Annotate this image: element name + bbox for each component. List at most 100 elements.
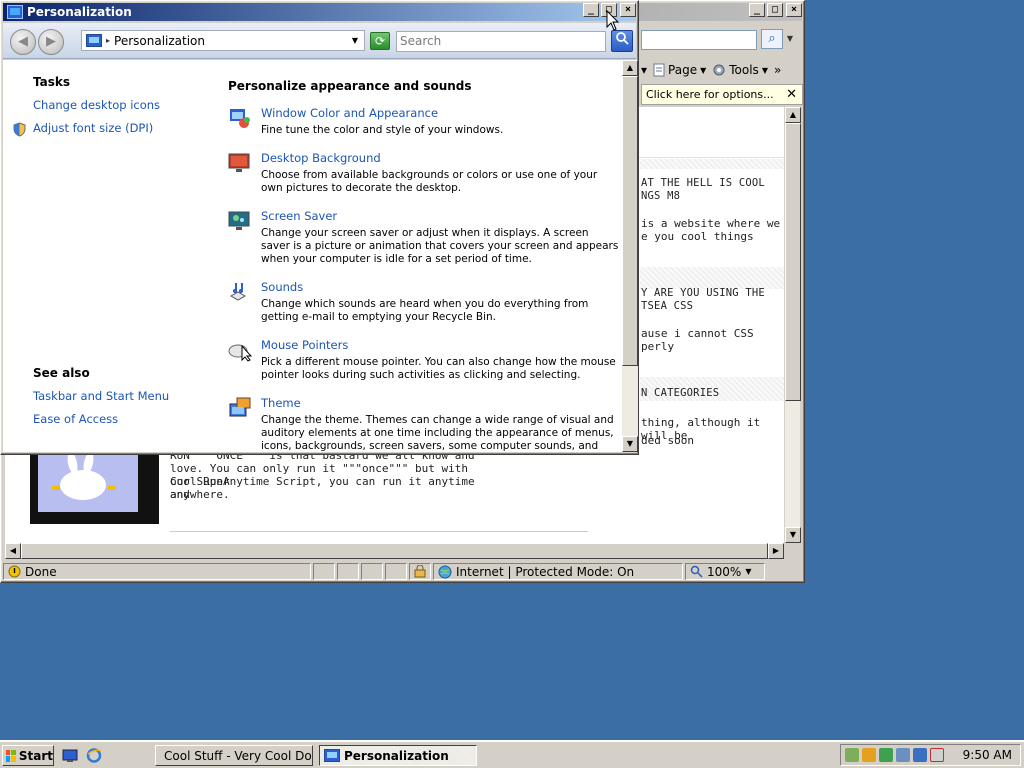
close-button[interactable]: ×: [620, 3, 636, 17]
item-title[interactable]: Theme: [261, 396, 301, 410]
ie-cmd-tools[interactable]: Tools ▼: [712, 63, 768, 77]
section-band: [640, 159, 784, 169]
tray-app-icon[interactable]: [845, 748, 859, 762]
ie-cmd-overflow[interactable]: »: [774, 63, 781, 77]
breadcrumb[interactable]: ▸ Personalization ▼: [81, 30, 365, 51]
ie-search-input[interactable]: [641, 30, 757, 50]
search-input[interactable]: Search: [396, 31, 606, 52]
taskbar: Start Cool Stuff - Very Cool Do... Perso…: [0, 740, 1024, 768]
scroll-right-button[interactable]: ▶: [768, 543, 784, 559]
section-text: is a website where we: [641, 217, 781, 230]
scroll-left-button[interactable]: ◀: [5, 543, 21, 559]
chevron-down-icon: ▼: [745, 567, 752, 576]
navigation-bar: ◀ ▶ ▸ Personalization ▼ ⟳ Search: [3, 23, 636, 59]
refresh-button[interactable]: ⟳: [370, 32, 390, 50]
page-title: Personalize appearance and sounds: [228, 79, 472, 93]
taskbar-button-label: Cool Stuff - Very Cool Do...: [164, 748, 313, 763]
clock[interactable]: 9:50 AM: [963, 748, 1012, 762]
ie-icon[interactable]: [86, 748, 102, 763]
ie-cmd-tools-label: Tools: [729, 63, 759, 77]
minimize-button[interactable]: _: [583, 3, 599, 17]
scroll-down-button[interactable]: ▼: [785, 527, 801, 543]
window-color-icon: [230, 109, 250, 128]
globe-icon: [438, 565, 452, 578]
shield-icon: [13, 122, 26, 137]
security-center-icon[interactable]: [879, 748, 893, 762]
scroll-thumb[interactable]: [622, 76, 638, 366]
chevron-down-icon: ▼: [761, 65, 768, 75]
system-tray: 9:50 AM: [840, 744, 1021, 766]
breadcrumb-label[interactable]: Personalization: [114, 34, 205, 48]
security-panel[interactable]: [409, 563, 431, 580]
item-title[interactable]: Window Color and Appearance: [261, 106, 438, 120]
item-title[interactable]: Desktop Background: [261, 151, 381, 165]
item-title[interactable]: Mouse Pointers: [261, 338, 348, 352]
article-line: anywhere.: [170, 488, 230, 501]
ie-vertical-scrollbar[interactable]: ▲ ▼: [784, 107, 801, 543]
tray-app-icon[interactable]: [896, 748, 910, 762]
maximize-button[interactable]: □: [767, 3, 783, 17]
zoom-panel[interactable]: 100% ▼: [685, 563, 765, 580]
status-panel: Done: [3, 563, 311, 580]
see-also-taskbar[interactable]: Taskbar and Start Menu: [33, 389, 169, 403]
ie-search-button[interactable]: ⌕: [761, 29, 783, 49]
divider: [170, 531, 588, 532]
search-button[interactable]: [611, 30, 633, 52]
taskbar-button-personalization[interactable]: Personalization: [319, 745, 477, 766]
volume-muted-icon[interactable]: [930, 748, 944, 762]
item-desc: Fine tune the color and style of your wi…: [261, 124, 504, 136]
scroll-up-button[interactable]: ▲: [785, 107, 801, 123]
window-title: Personalization: [27, 5, 132, 19]
item-desc: Change the theme. Themes can change a wi…: [261, 414, 614, 452]
ie-cmd-overflow-left[interactable]: ▾: [641, 63, 647, 77]
vertical-scrollbar[interactable]: ▲ ▼: [622, 60, 638, 452]
show-desktop-icon[interactable]: [62, 748, 78, 763]
ie-cmd-page-label: Page: [668, 63, 698, 77]
tasks-heading: Tasks: [33, 75, 71, 89]
control-panel-icon: [324, 749, 340, 762]
taskbar-button-ie[interactable]: Cool Stuff - Very Cool Do...: [155, 745, 313, 766]
control-panel-icon: [86, 34, 102, 47]
chevron-right-icon[interactable]: ▸: [106, 36, 110, 45]
mouse-cursor-icon: [606, 10, 620, 31]
item-title[interactable]: Screen Saver: [261, 209, 337, 223]
network-icon[interactable]: [913, 748, 927, 762]
zone-panel[interactable]: Internet | Protected Mode: On: [433, 563, 683, 580]
ie-information-bar[interactable]: Click here for options... ✕: [641, 84, 803, 105]
ie-caption-buttons: _ □ ×: [747, 3, 802, 17]
ie-command-bar: ▾ Page ▼ Tools ▼ »: [641, 59, 803, 81]
item-desc: Choose from available backgrounds or col…: [261, 169, 598, 194]
section-text: perly: [641, 340, 675, 353]
scroll-up-button[interactable]: ▲: [622, 60, 638, 76]
scroll-thumb[interactable]: [785, 123, 801, 401]
scroll-thumb[interactable]: [21, 543, 768, 559]
chevron-down-icon: ▼: [700, 65, 707, 75]
tasks-pane: Tasks Change desktop icons Adjust font s…: [3, 60, 213, 452]
ie-status-bar: Done Internet | Protected Mode: On 100% …: [3, 562, 802, 581]
item-title[interactable]: Sounds: [261, 280, 303, 294]
ie-cmd-page[interactable]: Page ▼: [653, 63, 706, 77]
article-image: [30, 450, 159, 524]
task-adjust-font-size[interactable]: Adjust font size (DPI): [33, 121, 153, 135]
scroll-down-button[interactable]: ▼: [622, 436, 638, 452]
personalization-window: Personalization _ □ × ◀ ▶ ▸ Personalizat…: [0, 0, 639, 455]
mouse-pointers-icon: [228, 344, 252, 362]
personalization-titlebar[interactable]: Personalization: [3, 3, 636, 21]
task-change-desktop-icons[interactable]: Change desktop icons: [33, 98, 160, 112]
sounds-icon: [229, 283, 247, 301]
close-button[interactable]: ×: [786, 3, 802, 17]
see-also-ease-of-access[interactable]: Ease of Access: [33, 412, 118, 426]
back-button[interactable]: ◀: [10, 29, 36, 55]
ie-horizontal-scrollbar[interactable]: ◀ ▶: [5, 543, 784, 559]
ie-search-dropdown[interactable]: ▼: [784, 29, 796, 49]
minimize-button[interactable]: _: [749, 3, 765, 17]
warning-icon: [8, 565, 21, 578]
close-icon[interactable]: ✕: [786, 85, 797, 104]
shield-icon[interactable]: [862, 748, 876, 762]
forward-button[interactable]: ▶: [38, 29, 64, 55]
start-button[interactable]: Start: [2, 745, 54, 766]
section-title: N CATEGORIES: [641, 387, 720, 399]
infobar-text: Click here for options...: [646, 88, 774, 101]
taskbar-button-label: Personalization: [344, 748, 449, 763]
chevron-down-icon[interactable]: ▼: [352, 36, 358, 45]
